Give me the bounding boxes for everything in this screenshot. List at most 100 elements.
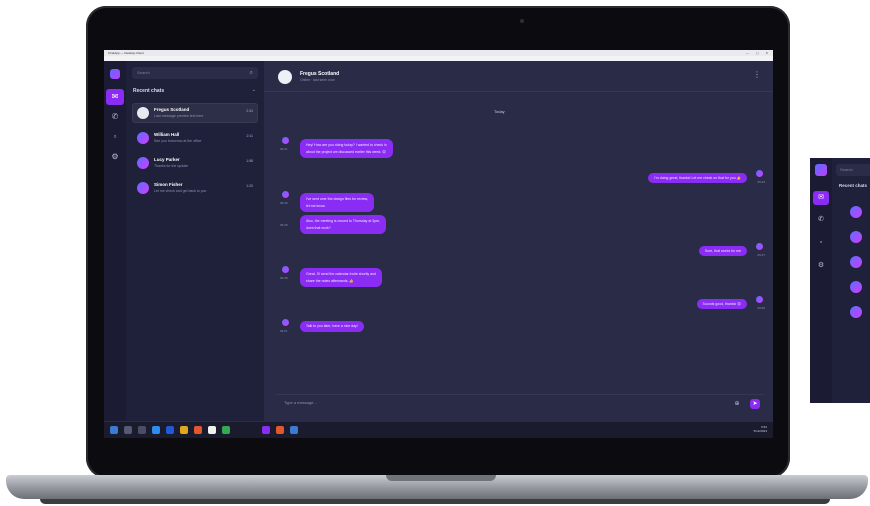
chat-name: William Hall [154, 132, 180, 137]
laptop-screen: ChatApp — Desktop Client — ▢ ✕ File View… [104, 50, 773, 438]
start-icon[interactable] [110, 426, 118, 434]
app-icon[interactable] [276, 426, 284, 434]
chats-icon[interactable]: ✉ [106, 89, 124, 105]
avatar [282, 191, 289, 198]
search-icon[interactable]: ⌕ [250, 67, 253, 79]
chat-list-panel: Search ⌕ Recent chats ⌄ Fregus Scotland … [126, 61, 264, 421]
message-time: 09:41 [280, 147, 288, 151]
message-text: let me know. [306, 203, 326, 208]
chat-name: Lucy Parker [154, 157, 180, 162]
contact-name: Fregus Scotland [300, 71, 340, 77]
message-text: Talk to you later, have a nice day! [306, 324, 358, 328]
folder-icon[interactable] [180, 426, 188, 434]
nav-rail: ✉ ✆ ▫ ⚙ [810, 158, 832, 403]
more-icon[interactable]: ⋮ [753, 70, 761, 79]
message-bubble-incoming[interactable]: I've sent over the design files for revi… [300, 193, 374, 212]
chat-time: 1:58 [246, 159, 253, 163]
avatar [137, 132, 149, 144]
archive-icon[interactable]: ▫ [106, 129, 124, 145]
message-text: about the project we discussed earlier t… [306, 149, 386, 154]
secondary-app-panel: ✉ ✆ ▫ ⚙ Search Recent chats [810, 158, 870, 403]
avatar [756, 243, 763, 250]
taskbar-clock[interactable]: 9:52 5/12/2023 [754, 425, 767, 433]
chat-time: 1:20 [246, 184, 253, 188]
avatar [282, 137, 289, 144]
gear-icon[interactable]: ⚙ [813, 259, 829, 273]
clock-date: 5/12/2023 [753, 429, 767, 433]
avatar[interactable] [850, 206, 862, 218]
contact-status: Online · last seen now [300, 78, 335, 82]
gear-icon[interactable]: ⚙ [106, 149, 124, 165]
message-bubble-incoming[interactable]: Talk to you later, have a nice day! [300, 321, 364, 332]
section-title: Recent chats [839, 183, 868, 188]
attach-icon[interactable]: ⊕ [732, 399, 742, 409]
message-text: I'm doing great, thanks! Let me check on… [654, 175, 741, 180]
webcam [520, 19, 524, 23]
avatar[interactable] [850, 231, 862, 243]
edge-icon[interactable] [152, 426, 160, 434]
chat-time: 2:11 [246, 134, 253, 138]
message-bubble-outgoing[interactable]: Sounds good, thanks! 😊 [696, 299, 747, 309]
chat-item[interactable]: William Hall See you tomorrow at the off… [132, 128, 258, 148]
app-icon[interactable] [290, 426, 298, 434]
chat-name: Simon Fisher [154, 182, 183, 187]
avatar [756, 170, 763, 177]
avatar [137, 107, 149, 119]
message-text: Sounds good, thanks! 😊 [702, 301, 741, 306]
avatar [137, 157, 149, 169]
message-bubble-outgoing[interactable]: I'm doing great, thanks! Let me check on… [648, 173, 747, 183]
phone-icon[interactable]: ✆ [106, 109, 124, 125]
laptop-notch [386, 475, 496, 481]
message-time: 09:50 [757, 306, 765, 310]
chat-preview: Let me check and get back to you [154, 189, 207, 193]
app-icon[interactable] [194, 426, 202, 434]
chat-item[interactable]: Lucy Parker Thanks for the update 1:58 [132, 153, 258, 173]
message-bubble-incoming[interactable]: Great, I'll send the calendar invite sho… [300, 268, 382, 287]
chat-item[interactable]: Fregus Scotland Last message preview tex… [132, 103, 258, 123]
search-placeholder: Search [137, 70, 150, 75]
chat-app-taskbar-icon[interactable] [262, 426, 270, 434]
search-input[interactable]: Search ⌕ [132, 67, 258, 79]
search-placeholder: Search [840, 167, 853, 172]
chat-preview: Last message preview text here [154, 114, 204, 118]
chat-item[interactable]: Simon Fisher Let me check and get back t… [132, 178, 258, 198]
message-time: 09:45 [280, 201, 288, 205]
message-time: 09:45 [280, 223, 288, 227]
message-text: Also, the meeting is moved to Thursday a… [306, 218, 381, 223]
message-bubble-incoming[interactable]: Also, the meeting is moved to Thursday a… [300, 215, 387, 234]
chat-time: 2:34 [246, 109, 253, 113]
message-text: Great, I'll send the calendar invite sho… [306, 271, 376, 276]
search-input[interactable]: Search [836, 164, 870, 176]
laptop-shadow [40, 499, 830, 504]
store-icon[interactable] [166, 426, 174, 434]
message-text: Hey! How are you doing today? I wanted t… [306, 142, 387, 147]
app-icon[interactable] [222, 426, 230, 434]
chevron-down-icon[interactable]: ⌄ [252, 87, 256, 93]
task-view-icon[interactable] [138, 426, 146, 434]
avatar [756, 296, 763, 303]
message-time: 09:47 [757, 253, 765, 257]
chat-preview: Thanks for the update [154, 164, 189, 168]
avatar[interactable] [850, 306, 862, 318]
avatar[interactable] [850, 281, 862, 293]
composer-input[interactable]: Type a message... [284, 398, 317, 408]
message-text: I've sent over the design files for revi… [306, 196, 368, 201]
message-bubble-outgoing[interactable]: Sure, that works for me [698, 246, 747, 256]
message-time: 09:48 [280, 276, 288, 280]
search-icon[interactable] [124, 426, 132, 434]
message-time: 09:43 [757, 180, 765, 184]
message-text: share the notes afterwards. 👍 [306, 278, 354, 283]
os-taskbar: 9:52 5/12/2023 [104, 421, 773, 438]
chats-icon[interactable]: ✉ [813, 191, 829, 205]
archive-icon[interactable]: ▫ [813, 236, 829, 250]
message-composer[interactable]: Type a message... ⊕ ➤ [276, 394, 764, 411]
phone-icon[interactable]: ✆ [813, 213, 829, 227]
message-text: Sure, that works for me [704, 248, 741, 253]
message-bubble-incoming[interactable]: Hey! How are you doing today? I wanted t… [300, 139, 393, 158]
app-icon[interactable] [208, 426, 216, 434]
day-separator: Today [494, 109, 505, 114]
app-logo [110, 69, 120, 79]
avatar[interactable] [850, 256, 862, 268]
send-icon[interactable]: ➤ [750, 399, 760, 409]
avatar[interactable] [278, 70, 292, 84]
